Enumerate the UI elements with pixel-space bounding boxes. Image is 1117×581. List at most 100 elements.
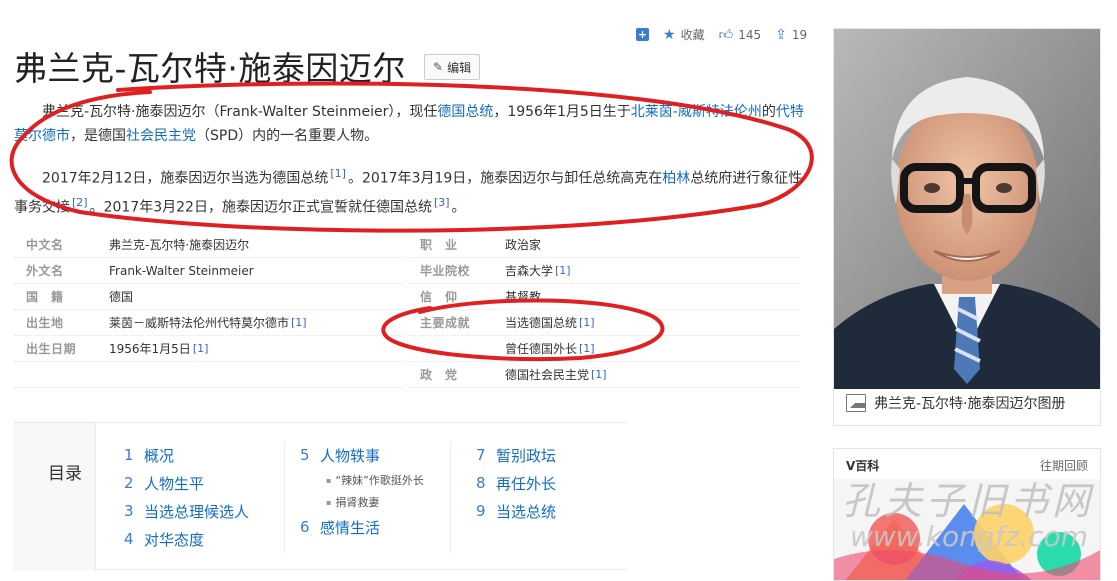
toc-label: 当选总统 xyxy=(496,502,557,521)
reference-link[interactable]: [1] xyxy=(577,342,597,355)
toc-label: 对华态度 xyxy=(144,530,205,549)
gallery-link[interactable]: 弗兰克-瓦尔特·施泰因迈尔图册 xyxy=(846,393,1066,413)
info-key: 职 业 xyxy=(420,238,458,252)
toc-header: 目录 xyxy=(14,423,96,571)
toc-subitem[interactable]: 捐肾救妻 xyxy=(300,491,424,513)
toc-num: 3 xyxy=(124,502,134,520)
info-value: 当选德国总统 xyxy=(505,316,578,330)
info-value-link[interactable]: 基督教 xyxy=(505,288,541,305)
text: （SPD）内的一名重要人物。 xyxy=(196,128,379,144)
intro-paragraph-1: 弗兰克-瓦尔特·施泰因迈尔（Frank-Walter Steinmeier），现… xyxy=(14,100,804,148)
reference-link[interactable]: [1] xyxy=(191,342,211,355)
toc-item[interactable]: 4 对华态度 xyxy=(124,525,249,553)
top-actions: + ★ 收藏 👍︎ 145 ⇪ 19 xyxy=(636,26,807,43)
toc-label: 感情生活 xyxy=(320,518,381,537)
info-value-link[interactable]: 吉森大学 xyxy=(505,262,553,279)
text: 。2017年3月19日，施泰因迈尔与卸任总统高克在 xyxy=(347,170,663,187)
toc-label: 概况 xyxy=(144,446,175,465)
page-title: 弗兰克-瓦尔特·施泰因迈尔 xyxy=(14,49,406,88)
add-button[interactable]: + xyxy=(636,28,649,41)
toc-num: 4 xyxy=(124,530,134,548)
reference-link[interactable]: [1] xyxy=(577,316,597,329)
portrait-illustration xyxy=(834,29,1100,389)
toc-num: 6 xyxy=(300,518,310,536)
info-row: 国 籍 德国 xyxy=(14,284,404,310)
watermark-text: 孔夫子旧书网 xyxy=(842,479,1095,523)
toc-num: 5 xyxy=(300,446,310,464)
watermark-url: www.kongfz.com xyxy=(850,520,1088,553)
info-row: 外文名 Frank-Walter Steinmeier xyxy=(14,258,404,284)
reference-1[interactable]: [1] xyxy=(328,167,348,180)
toc-title: 目录 xyxy=(48,464,82,484)
toc-label: 再任外长 xyxy=(496,474,557,493)
toc-num: 7 xyxy=(476,446,486,464)
toc-label: 人物轶事 xyxy=(320,446,381,465)
link-nrw[interactable]: 北莱茵-威斯特法伦州 xyxy=(631,104,762,120)
toc-item[interactable]: 2 人物生平 xyxy=(124,469,249,497)
info-row: 出生日期 1956年1月5日 [1] xyxy=(14,336,404,362)
info-column-left: 中文名 弗兰克-瓦尔特·施泰因迈尔 外文名 Frank-Walter Stein… xyxy=(14,232,404,388)
toc-item[interactable]: 8 再任外长 xyxy=(476,469,556,497)
toc-num: 1 xyxy=(124,446,134,464)
toc-num: 9 xyxy=(476,502,486,520)
reference-link[interactable]: [1] xyxy=(553,264,573,277)
text: 2017年2月12日，施泰因迈尔当选为德国总统 xyxy=(42,170,329,187)
toc-label: 人物生平 xyxy=(144,474,205,493)
info-row: 政 党 德国社会民主党 [1] xyxy=(410,362,800,388)
info-value-link[interactable]: 德国社会民主党 xyxy=(505,366,589,383)
toc-item[interactable]: 7 暂别政坛 xyxy=(476,441,556,469)
info-key: 出生日期 xyxy=(26,342,77,356)
text: 弗兰克-瓦尔特·施泰因迈尔（Frank-Walter Steinmeier），现… xyxy=(42,104,438,120)
info-row: 信 仰 基督教 xyxy=(410,284,800,310)
edit-button[interactable]: ✎ 编辑 xyxy=(424,54,481,80)
reference-link[interactable]: [1] xyxy=(589,368,609,381)
intro-paragraph-2: 2017年2月12日，施泰因迈尔当选为德国总统 [1] 。2017年3月19日，施泰… xyxy=(14,162,804,219)
info-value: 德国 xyxy=(109,290,134,304)
like-count: 145 xyxy=(738,27,762,42)
info-row: 毕业院校 吉森大学 [1] xyxy=(410,258,800,284)
toc-item[interactable]: 9 当选总统 xyxy=(476,497,556,525)
toc-item[interactable]: 5 人物轶事 xyxy=(300,441,424,469)
toc-num: 2 xyxy=(124,474,134,492)
portrait-photo[interactable] xyxy=(834,29,1100,389)
info-value: 弗兰克-瓦尔特·施泰因迈尔 xyxy=(109,238,250,252)
info-value: 曾任德国外长 xyxy=(505,342,578,356)
gallery-caption: 弗兰克-瓦尔特·施泰因迈尔图册 xyxy=(874,396,1066,412)
toc-item[interactable]: 1 概况 xyxy=(124,441,249,469)
info-column-right: 职 业 政治家 毕业院校 吉森大学 [1] 信 仰 基督教 主要成就 当选德国总… xyxy=(410,232,800,388)
favorite-label: 收藏 xyxy=(680,28,705,42)
toc-label: 暂别政坛 xyxy=(496,446,557,465)
info-row xyxy=(14,362,404,388)
toc-label: 当选总理候选人 xyxy=(144,502,250,521)
reference-link[interactable]: [1] xyxy=(289,316,309,329)
info-row: 出生地 莱茵－威斯特法伦州代特莫尔德市 [1] xyxy=(14,310,404,336)
info-key: 政 党 xyxy=(420,368,458,382)
like-button[interactable]: 👍︎ 145 xyxy=(719,28,762,42)
info-key: 出生地 xyxy=(26,316,64,330)
info-value: 1956年1月5日 xyxy=(109,342,191,356)
toc-column-3: 7 暂别政坛 8 再任外长 9 当选总统 xyxy=(476,441,556,525)
toc-divider xyxy=(450,441,451,553)
toc-subitem[interactable]: “辣妹”作歌挺外长 xyxy=(300,469,423,491)
info-key: 信 仰 xyxy=(420,290,458,304)
plus-icon: + xyxy=(636,28,649,41)
info-key: 毕业院校 xyxy=(420,264,471,278)
text: ，是德国 xyxy=(70,128,126,144)
info-row: 职 业 政治家 xyxy=(410,232,800,258)
text: 。 xyxy=(451,199,466,216)
info-row: 主要成就 当选德国总统 [1] xyxy=(410,310,800,336)
share-button[interactable]: ⇪ 19 xyxy=(775,28,807,42)
favorite-button[interactable]: ★ 收藏 xyxy=(663,26,705,43)
toc-item[interactable]: 6 感情生活 xyxy=(300,513,424,541)
reference-2[interactable]: [2] xyxy=(70,196,90,209)
link-german-president[interactable]: 德国总统 xyxy=(437,104,493,120)
reference-3[interactable]: [3] xyxy=(432,196,452,209)
text: 。2017年3月22日，施泰因迈尔正式宣誓就任德国总统 xyxy=(89,199,432,216)
info-value: Frank-Walter Steinmeier xyxy=(109,263,254,278)
link-berlin[interactable]: 柏林 xyxy=(662,171,690,187)
link-spd[interactable]: 社会民主党 xyxy=(126,128,196,144)
toc-item[interactable]: 3 当选总理候选人 xyxy=(124,497,249,525)
info-value: 莱茵－威斯特法伦州代特莫尔德市 xyxy=(109,316,290,330)
toc-num: 8 xyxy=(476,474,486,492)
portrait-card[interactable]: 弗兰克-瓦尔特·施泰因迈尔图册 xyxy=(833,28,1101,426)
